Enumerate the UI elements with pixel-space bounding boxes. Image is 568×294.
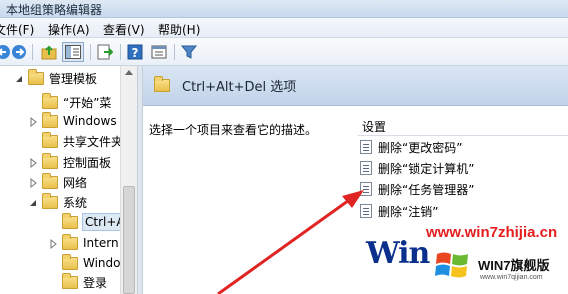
setting-label: 删除“更改密码” [378,140,463,155]
watermark-url: www.win7zhijia.cn [426,224,558,241]
tree-item-label: 控制面板 [63,155,112,170]
collapsed-arrow-icon[interactable] [28,177,38,189]
content-header: Ctrl+Alt+Del 选项 [143,66,568,106]
policy-setting-icon [360,182,372,196]
export-list-icon[interactable] [96,43,114,61]
expanded-arrow-icon[interactable] [14,73,24,83]
folder-icon [42,152,58,169]
setting-remove-logoff[interactable]: 删除“注销” [360,201,438,221]
tree-item-label: Windows [63,114,117,128]
policy-setting-icon [360,140,372,154]
menu-view[interactable]: 查看(V) [103,21,145,38]
up-folder-icon[interactable] [40,43,58,61]
folder-icon [42,131,58,148]
collapsed-arrow-icon[interactable] [28,116,38,128]
tree-item-label: 系统 [63,195,88,210]
folder-icon [62,233,78,250]
menu-file[interactable]: 文件(F) [0,21,34,38]
svg-text:?: ? [132,46,139,60]
tree-scrollbar[interactable] [120,66,137,294]
setting-remove-task-manager[interactable]: 删除“任务管理器” [360,179,474,199]
properties-icon[interactable] [150,43,168,61]
setting-remove-change-password[interactable]: 删除“更改密码” [360,137,462,157]
tree-item-label: 共享文件夹 [63,134,124,149]
tree-item-admin-templates[interactable]: 管理模板 [14,66,97,90]
folder-icon [62,253,78,270]
toolbar-separator [174,44,175,60]
collapsed-arrow-icon[interactable] [28,157,38,169]
forward-icon[interactable] [10,43,28,61]
setting-label: 删除“锁定计算机” [378,161,475,176]
menu-help[interactable]: 帮助(H) [158,21,200,38]
scroll-up-arrow-icon[interactable] [125,70,133,75]
tree-item-label: Windo [83,256,121,270]
filter-icon[interactable] [180,43,198,61]
tree-item-logon[interactable]: 登录 [48,270,107,294]
toolbar-separator [90,44,91,60]
description-text: 选择一个项目来查看它的描述。 [149,123,318,137]
setting-remove-lock-computer[interactable]: 删除“锁定计算机” [360,158,474,178]
policy-setting-icon [360,204,372,218]
tree-item-label: “开始”菜 [63,95,112,110]
folder-icon [62,272,78,289]
folder-icon [42,111,58,128]
navigation-tree: 管理模板 “开始”菜 Windows 共享文件夹 控制面板 网络 系统 Ctrl… [0,66,137,294]
collapsed-arrow-icon[interactable] [48,238,58,250]
watermark-logo-text: Win [366,236,430,271]
content-title: Ctrl+Alt+Del 选项 [182,80,297,95]
tree-item-label: 网络 [63,175,88,190]
folder-icon [28,68,44,85]
setting-label: 删除“注销” [378,204,439,219]
policy-setting-icon [360,161,372,175]
setting-label: 删除“任务管理器” [378,182,475,197]
show-hide-tree-icon[interactable] [62,42,84,62]
help-icon[interactable]: ? [126,43,144,61]
settings-header-label: 设置 [362,120,387,134]
title-bar: 本地组策略编辑器 [0,0,568,18]
tree-item-label: 登录 [83,275,108,290]
expanded-arrow-icon[interactable] [28,197,38,207]
toolbar-separator [120,44,121,60]
windows-logo-icon [435,252,468,278]
menu-bar: 文件(F) 操作(A) 查看(V) 帮助(H) [0,18,568,38]
folder-icon [62,212,78,229]
tree-item-label: 管理模板 [49,71,98,86]
watermark-brand: WIN7旗舰版 [478,258,550,273]
menu-action[interactable]: 操作(A) [48,21,90,38]
window-title: 本地组策略编辑器 [6,3,103,17]
folder-icon [154,76,170,92]
folder-icon [42,192,58,209]
settings-column-header[interactable]: 设置 [358,116,568,136]
watermark-site: www.win7qijian.com [480,274,543,281]
toolbar: ? [0,38,568,66]
folder-icon [42,92,58,109]
toolbar-separator [32,44,33,60]
scrollbar-thumb[interactable] [123,186,135,294]
tree-item-label: Intern [83,236,119,250]
folder-icon [42,172,58,189]
